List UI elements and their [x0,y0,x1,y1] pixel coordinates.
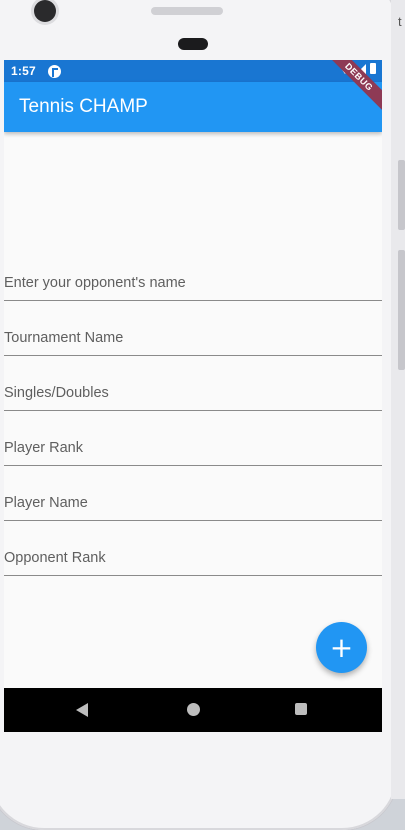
notification-app-icon [48,65,61,78]
adjacent-window-text: t [398,14,402,29]
player-name-field [4,466,382,521]
page-title: Tennis CHAMP [19,96,148,117]
opponent-rank-input[interactable] [4,521,382,575]
recents-icon[interactable] [295,703,307,715]
status-time: 1:57 [11,64,36,78]
adjacent-window-edge [391,0,405,799]
opponent-name-field [4,246,382,301]
app-bar: Tennis CHAMP [4,82,382,132]
status-bar: 1:57 [4,60,382,82]
speaker-grille [151,7,223,15]
back-icon[interactable] [76,703,88,717]
singles-doubles-input[interactable] [4,356,382,410]
singles-doubles-field [4,356,382,411]
volume-button [398,250,405,370]
home-icon[interactable] [187,703,200,716]
tournament-name-input[interactable] [4,301,382,355]
add-icon: + [329,630,354,664]
earpiece [178,38,208,50]
battery-icon [370,63,376,74]
player-rank-field [4,411,382,466]
match-form [4,246,382,576]
system-nav-bar [4,688,382,732]
power-button [398,160,405,230]
opponent-rank-field [4,521,382,576]
add-button[interactable]: + [316,622,367,673]
front-camera [34,0,56,22]
device-screen: 1:57 Tennis CHAMP DEBUG + [4,60,382,732]
opponent-name-input[interactable] [4,246,382,300]
tournament-name-field [4,301,382,356]
player-name-input[interactable] [4,466,382,520]
player-rank-input[interactable] [4,411,382,465]
